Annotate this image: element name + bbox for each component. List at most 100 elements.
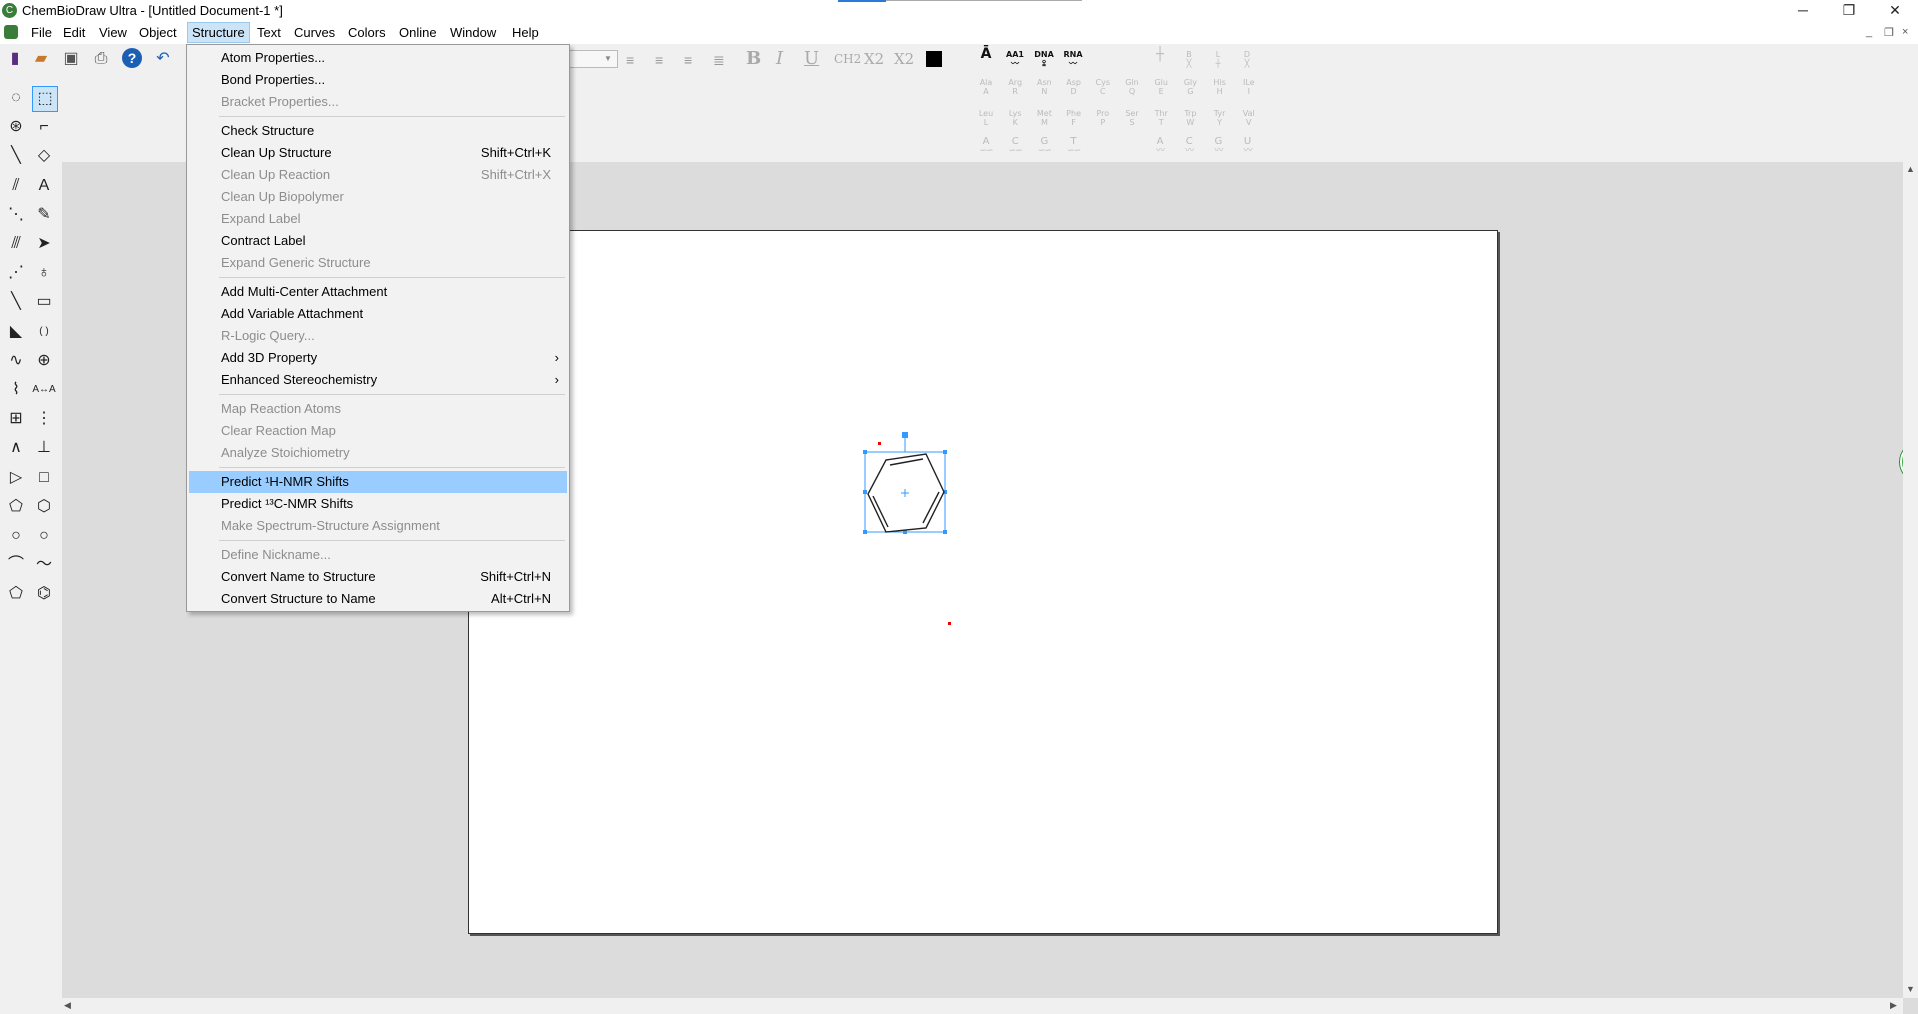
menu-item-bond-properties[interactable]: Bond Properties... xyxy=(189,69,567,91)
charge-icon[interactable]: ⊕ xyxy=(32,349,56,373)
menu-object[interactable]: Object xyxy=(135,23,181,42)
amino-acid-button[interactable]: Gly G xyxy=(1178,78,1202,96)
hexagon-ring-icon[interactable]: ⬡ xyxy=(32,495,56,519)
scroll-left-icon[interactable]: ◀ xyxy=(64,1000,71,1011)
vertical-scrollbar[interactable] xyxy=(1903,162,1918,998)
menu-item-clean-up-reaction[interactable]: Clean Up Reaction Shift+Ctrl+X xyxy=(189,164,567,186)
solid-bond-icon[interactable]: ╲ xyxy=(4,144,28,168)
amino-acid-button[interactable]: His H xyxy=(1208,78,1232,96)
menu-item-enhanced-stereochemistry[interactable]: Enhanced Stereochemistry › xyxy=(189,369,567,391)
template-icon[interactable]: ⊥ xyxy=(32,436,56,460)
undo-icon[interactable]: ↶ xyxy=(152,48,174,70)
query-icon[interactable]: ⋮ xyxy=(32,407,56,431)
amino-acid-button[interactable]: Leu L xyxy=(974,109,998,127)
menu-edit[interactable]: Edit xyxy=(59,23,89,42)
menu-text[interactable]: Text xyxy=(253,23,285,42)
cyclopentadiene-icon[interactable]: ⬠ xyxy=(4,582,28,606)
menu-item-check-structure[interactable]: Check Structure xyxy=(189,120,567,142)
superscript-button[interactable]: X2 xyxy=(894,48,914,70)
brackets-icon[interactable]: ( ) xyxy=(32,320,56,344)
stereo-b-button[interactable]: B ╳ xyxy=(1177,50,1201,68)
chair-ring-1-icon[interactable]: ⌒ xyxy=(4,553,28,577)
scroll-down-icon[interactable]: ▼ xyxy=(1906,984,1915,994)
bold-bond-icon[interactable]: ╲ xyxy=(4,290,28,314)
menu-item-expand-generic-structure[interactable]: Expand Generic Structure xyxy=(189,252,567,274)
wavy-bond-icon[interactable]: ∿ xyxy=(4,349,28,373)
menu-item-contract-label[interactable]: Contract Label xyxy=(189,230,567,252)
circle-ring-icon[interactable]: ○ xyxy=(4,524,28,548)
amino-acid-button[interactable]: Ser S xyxy=(1120,109,1144,127)
menu-window[interactable]: Window xyxy=(446,23,500,42)
amino-acid-button[interactable]: Lys K xyxy=(1003,109,1027,127)
amino-acid-button[interactable]: Cys C xyxy=(1091,78,1115,96)
menu-view[interactable]: View xyxy=(95,23,131,42)
amino-acid-button[interactable]: Ala A xyxy=(974,78,998,96)
menu-item-define-nickname[interactable]: Define Nickname... xyxy=(189,544,567,566)
eraser-icon[interactable]: ◇ xyxy=(32,144,56,168)
hashed-bond-icon[interactable]: ⫻ xyxy=(4,232,28,256)
menu-item-convert-name-to-structure[interactable]: Convert Name to Structure Shift+Ctrl+N xyxy=(189,566,567,588)
dna-button[interactable]: DNA ꔍ xyxy=(1032,50,1056,68)
menu-item-convert-structure-to-name[interactable]: Convert Structure to Name Alt+Ctrl+N xyxy=(189,588,567,610)
text-tool-icon[interactable]: A xyxy=(32,174,56,198)
resize-handle-tr[interactable] xyxy=(943,450,947,454)
benzene-ring-icon[interactable]: ⌬ xyxy=(32,582,56,606)
amino-acid-button[interactable]: Phe F xyxy=(1062,109,1086,127)
subscript-button[interactable]: X2 xyxy=(864,48,884,70)
arrow-tool-icon[interactable]: ➤ xyxy=(32,232,56,256)
amino-acid-button[interactable]: ILe I xyxy=(1237,78,1261,96)
hashed-wedge-icon[interactable]: ⋰ xyxy=(4,261,28,285)
marquee-icon[interactable]: ⬚ xyxy=(32,86,58,112)
menu-item-predict-h-nmr-shifts[interactable]: Predict ¹H-NMR Shifts xyxy=(189,471,567,493)
resize-handle-bl[interactable] xyxy=(863,530,867,534)
close-window-button[interactable]: ✕ xyxy=(1872,0,1918,22)
resize-handle-tl[interactable] xyxy=(863,450,867,454)
chemistry-format-button[interactable]: CH2 xyxy=(834,48,861,70)
open-file-icon[interactable]: ▰ xyxy=(30,48,52,70)
amino-acid-button[interactable]: Met M xyxy=(1032,109,1056,127)
resize-handle-br[interactable] xyxy=(943,530,947,534)
pen-tool-icon[interactable]: ✎ xyxy=(32,203,56,227)
menu-item-add-variable-attachment[interactable]: Add Variable Attachment xyxy=(189,303,567,325)
stereo-l-button[interactable]: L ┼ xyxy=(1206,50,1230,68)
amino-acid-button[interactable]: Asn N xyxy=(1032,78,1056,96)
menu-curves[interactable]: Curves xyxy=(290,23,339,42)
wedge-bond-icon[interactable]: ◣ xyxy=(4,320,28,344)
menu-item-expand-label[interactable]: Expand Label xyxy=(189,208,567,230)
menu-item-make-spectrum-structure-assignment[interactable]: Make Spectrum-Structure Assignment xyxy=(189,515,567,537)
menu-item-add-3d-property[interactable]: Add 3D Property › xyxy=(189,347,567,369)
menu-item-add-multi-center-attachment[interactable]: Add Multi-Center Attachment xyxy=(189,281,567,303)
circle-ring-2-icon[interactable]: ○ xyxy=(32,524,56,548)
aa1-button[interactable]: AA1 〰 xyxy=(1003,50,1027,68)
menu-item-r-logic-query[interactable]: R-Logic Query... xyxy=(189,325,567,347)
rna-base-button[interactable]: U 〰 xyxy=(1236,137,1260,156)
mdi-minimize-button[interactable]: _ xyxy=(1866,26,1872,38)
drawing-canvas[interactable] xyxy=(468,230,1498,934)
menu-item-clear-reaction-map[interactable]: Clear Reaction Map xyxy=(189,420,567,442)
rectangle-tool-icon[interactable]: ▭ xyxy=(32,290,56,314)
menu-item-map-reaction-atoms[interactable]: Map Reaction Atoms xyxy=(189,398,567,420)
amino-acid-button[interactable]: Gln Q xyxy=(1120,78,1144,96)
table-tool-icon[interactable]: ⊞ xyxy=(4,407,28,431)
rna-base-button[interactable]: C 〰 xyxy=(1177,137,1201,156)
save-icon[interactable]: ▣ xyxy=(60,48,82,70)
restore-window-button[interactable]: ❐ xyxy=(1826,0,1872,22)
mapping-icon[interactable]: A↔A xyxy=(32,378,56,402)
align-center-icon[interactable]: ≡ xyxy=(655,52,663,68)
dna-base-button[interactable]: G ∽∽ xyxy=(1032,137,1056,156)
orbital-icon[interactable]: ♁ xyxy=(32,261,56,285)
mdi-restore-button[interactable]: ❐ xyxy=(1884,26,1894,39)
color-swatch[interactable] xyxy=(926,51,942,67)
amino-acid-button[interactable]: Tyr Y xyxy=(1208,109,1232,127)
double-bond-icon[interactable]: ⫽ xyxy=(4,174,28,198)
bond-chain-icon[interactable]: ⌐ xyxy=(32,115,56,139)
dna-base-button[interactable]: C ∽∽ xyxy=(1003,137,1027,156)
lasso-icon[interactable]: ◌ xyxy=(4,86,28,110)
amino-acid-button[interactable]: Glu E xyxy=(1149,78,1173,96)
dna-base-button[interactable]: T ∽∽ xyxy=(1062,137,1086,156)
rna-button[interactable]: RNA 〰 xyxy=(1061,50,1085,68)
stereo-icon[interactable]: ┼ xyxy=(1148,48,1172,61)
italic-button[interactable]: I xyxy=(776,48,783,70)
horizontal-scrollbar[interactable] xyxy=(62,998,1903,1014)
justify-icon[interactable]: ≣ xyxy=(713,52,725,69)
